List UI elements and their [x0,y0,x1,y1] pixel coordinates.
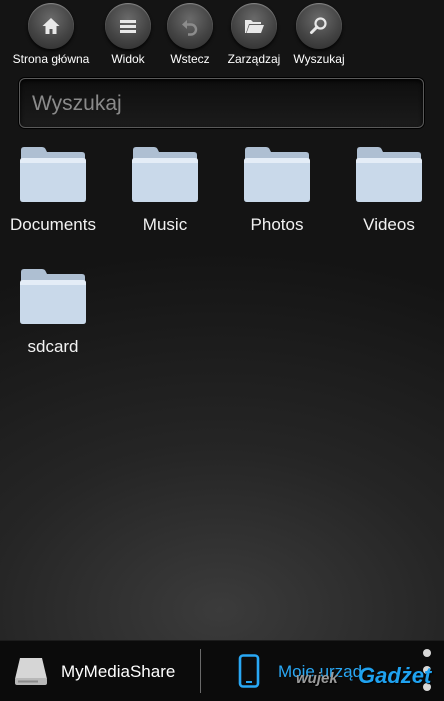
folder-documents[interactable]: Documents [0,140,109,240]
folder-open-icon [231,3,277,49]
search-icon [296,3,342,49]
folder-icon [244,147,310,202]
folder-label: Photos [250,215,304,234]
folder-videos[interactable]: Videos [333,140,444,240]
folder-label: Music [142,215,188,234]
phone-icon [238,654,260,688]
tab-divider [200,649,201,693]
home-icon [28,3,74,49]
folder-photos[interactable]: Photos [221,140,333,240]
folder-sdcard[interactable]: sdcard [0,262,109,362]
folder-icon [132,147,198,202]
search-button[interactable]: Wyszukaj [277,0,361,72]
folder-icon [20,269,86,324]
watermark-brand: Gadżet [358,663,432,688]
tab-mymediashare[interactable]: MyMediaShare [0,641,198,701]
list-icon [105,3,151,49]
toolbar: Strona główna Widok Wstecz Zarządzaj Wys… [0,0,444,74]
folder-label: Documents [10,215,96,234]
back-icon [167,3,213,49]
tab-mymediashare-label: MyMediaShare [61,662,176,681]
folder-music[interactable]: Music [109,140,221,240]
folder-icon [356,147,422,202]
folder-label: sdcard [27,337,79,356]
folder-icon [20,147,86,202]
search-box [19,78,424,128]
watermark-text: wujek [296,670,338,687]
search-input[interactable] [30,89,414,119]
home-label: Strona główna [12,52,90,66]
watermark: wujek Gadżet [296,660,436,700]
home-button[interactable]: Strona główna [9,0,93,72]
search-label: Wyszukaj [293,52,345,66]
drive-icon [15,658,47,685]
folder-label: Videos [363,215,415,234]
